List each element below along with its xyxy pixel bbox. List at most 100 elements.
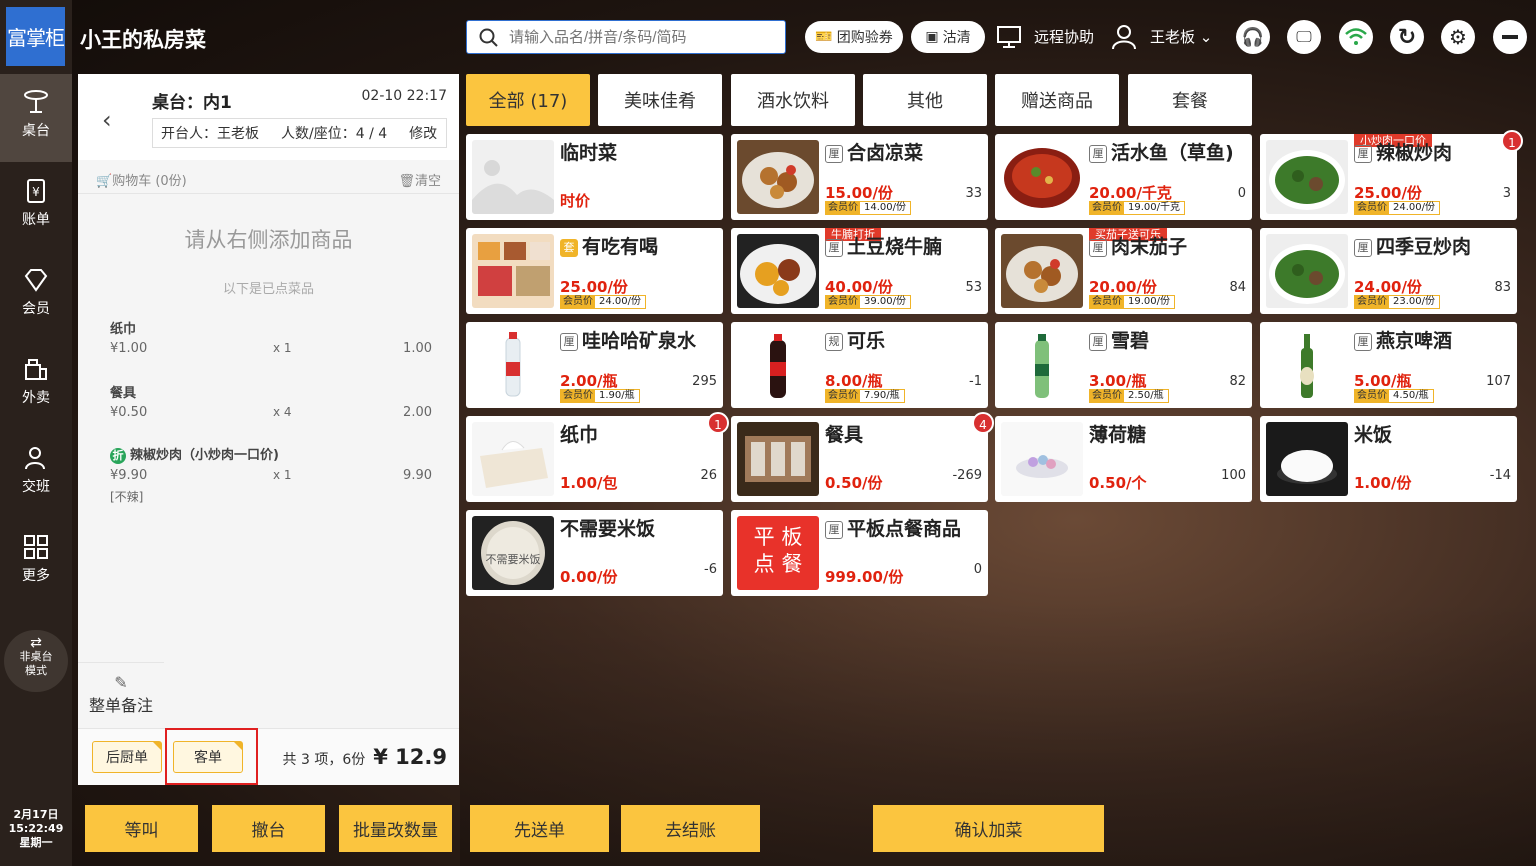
dish-card[interactable]: 牛腩打折厘土豆烧牛腩 40.00/份 会员价 39.00/份 53 [731, 228, 988, 314]
member-price: 会员价 7.90/瓶 [825, 389, 905, 403]
settings-button[interactable]: ⚙ [1441, 20, 1475, 54]
nav-tables[interactable]: 桌台 [0, 74, 72, 162]
dish-card[interactable]: 小炒肉一口价厘辣椒炒肉 25.00/份 会员价 24.00/份 3 1 [1260, 130, 1523, 220]
item-price: ¥9.90 [110, 468, 148, 483]
ordered-item[interactable]: 餐具 ¥0.50 x 4 2.00 [110, 382, 432, 425]
ordered-hint: 以下是已点菜品 [222, 282, 314, 297]
wait-button[interactable]: 等叫 [85, 805, 198, 852]
dish-card[interactable]: 规可乐 8.00/瓶 会员价 7.90/瓶 -1 [731, 322, 988, 408]
support-button[interactable]: 🎧 [1236, 20, 1270, 54]
nav-members[interactable]: 会员 [0, 252, 72, 340]
cart-label: 🛒购物车 (0份) [96, 170, 187, 189]
order-info: 开台人：王老板 人数/座位：4 / 4 修改 [152, 118, 447, 148]
member-price-label: 会员价 [1355, 202, 1389, 214]
dish-card[interactable]: 厘哇哈哈矿泉水 2.00/瓶 会员价 1.90/瓶 295 [466, 322, 723, 408]
refresh-button[interactable]: ↻ [1390, 20, 1424, 54]
dish-type-icon: 厘 [1089, 145, 1107, 163]
dish-card[interactable]: 厘燕京啤酒 5.00/瓶 会员价 4.50/瓶 107 [1260, 322, 1517, 408]
nav-bills[interactable]: ¥ 账单 [0, 163, 72, 251]
group-coupon-button[interactable]: 🎫 团购验券 [805, 21, 903, 53]
category-tab[interactable]: 其他 [863, 74, 987, 126]
dish-name-text: 平板点餐商品 [847, 518, 962, 540]
category-tab[interactable]: 套餐 [1128, 74, 1252, 126]
category-tab[interactable]: 酒水饮料 [731, 74, 855, 126]
dish-card[interactable]: 厘合卤凉菜 15.00/份 会员价 14.00/份 33 [731, 134, 988, 220]
dish-card[interactable]: 厘四季豆炒肉 24.00/份 会员价 23.00/份 83 [1260, 228, 1517, 314]
brand-name: 小王的私房菜 [80, 28, 206, 52]
kitchen-slip-button[interactable]: 后厨单 [92, 741, 162, 773]
sold-out-button[interactable]: ▣ 沽清 [911, 21, 985, 53]
ticket-icon: 🎫 [815, 29, 833, 45]
item-name: 纸巾 [110, 322, 137, 337]
member-price-label: 会员价 [561, 296, 595, 308]
ordered-item[interactable]: 折辣椒炒肉（小炒肉一口价) ¥9.90 x 1 9.90 [不辣] [110, 444, 432, 505]
nav-more[interactable]: 更多 [0, 519, 72, 607]
batch-quantity-button[interactable]: 批量改数量 [339, 805, 452, 852]
item-name: 辣椒炒肉（小炒肉一口价) [130, 448, 279, 463]
cart-icon: 🛒 [96, 174, 113, 189]
item-note: [不辣] [110, 490, 144, 504]
dish-stock: -269 [952, 468, 982, 483]
dish-card[interactable]: 纸巾 1.00/包 26 1 [466, 412, 729, 502]
dish-card[interactable]: 厘雪碧 3.00/瓶 会员价 2.50/瓶 82 [995, 322, 1252, 408]
gear-icon: ⚙ [1449, 25, 1467, 49]
member-price: 会员价 24.00/份 [560, 295, 646, 309]
dish-type-icon: 厘 [1089, 239, 1107, 257]
dish-name: 餐具 [825, 424, 983, 446]
search-input[interactable] [509, 26, 777, 48]
quantity-badge: 1 [1501, 130, 1523, 152]
order-time: 02-10 22:17 [361, 88, 447, 104]
category-tab[interactable]: 全部 (17) [466, 74, 590, 126]
member-price-value: 19.00/份 [1128, 296, 1170, 307]
wifi-button[interactable] [1339, 20, 1373, 54]
order-remark-button[interactable]: ✎ 整单备注 [78, 662, 164, 728]
member-price: 会员价 24.00/份 [1354, 201, 1440, 215]
clear-table-button[interactable]: 撤台 [212, 805, 325, 852]
remote-assist-button[interactable]: 远程协助 [1034, 26, 1094, 47]
dish-card[interactable]: 临时菜 时价 [466, 134, 723, 220]
category-tab[interactable]: 赠送商品 [995, 74, 1119, 126]
order-header: ‹ 桌台：内1 02-10 22:17 开台人：王老板 人数/座位：4 / 4 … [78, 74, 459, 160]
display-button[interactable]: 🖵 [1287, 20, 1321, 54]
dish-name: 厘燕京啤酒 [1354, 330, 1512, 352]
back-arrow-icon[interactable]: ‹ [102, 106, 112, 134]
dish-image [1266, 328, 1348, 402]
dish-card[interactable]: 套有吃有喝 25.00/份 会员价 24.00/份 [466, 228, 723, 314]
dish-card[interactable]: 厘活水鱼（草鱼) 20.00/千克 会员价 19.00/千克 0 [995, 134, 1252, 220]
item-qty: x 1 [273, 341, 292, 355]
minimize-button[interactable] [1493, 20, 1527, 54]
dish-image [1266, 140, 1348, 214]
dish-image [1001, 328, 1083, 402]
confirm-add-button[interactable]: 确认加菜 [873, 805, 1104, 852]
dish-card[interactable]: 平 板 点 餐厘平板点餐商品 999.00/份 0 [731, 510, 988, 596]
dish-stock: 0 [1237, 186, 1246, 201]
dish-card[interactable]: 不需要米饭 不需要米饭 0.00/份 -6 [466, 510, 723, 596]
send-first-button[interactable]: 先送单 [470, 805, 609, 852]
nav-takeout[interactable]: 外卖 [0, 341, 72, 429]
clear-cart-button[interactable]: 🗑清空 [398, 170, 441, 189]
category-tab[interactable]: 美味佳肴 [598, 74, 722, 126]
search-box[interactable] [466, 20, 786, 54]
item-total: 2.00 [403, 405, 432, 420]
ordered-item[interactable]: 纸巾 ¥1.00 x 1 1.00 [110, 318, 432, 361]
checkout-button[interactable]: 去结账 [621, 805, 760, 852]
nav-label: 账单 [22, 212, 50, 228]
dish-card[interactable]: 米饭 1.00/份 -14 [1260, 416, 1517, 502]
nav-shift[interactable]: 交班 [0, 430, 72, 518]
table-icon [24, 90, 48, 113]
switch-mode-button[interactable]: ⇄ 非桌台 模式 [4, 630, 68, 692]
monitor-icon [997, 26, 1021, 48]
takeout-icon [25, 359, 47, 380]
dish-price: 0.50/个 [1089, 474, 1147, 492]
dish-card[interactable]: 买茄子送可乐厘肉末茄子 20.00/份 会员价 19.00/份 84 [995, 228, 1252, 314]
dish-price: 25.00/份 [1354, 184, 1422, 202]
dish-card[interactable]: 薄荷糖 0.50/个 100 [995, 416, 1252, 502]
member-price-label: 会员价 [1355, 390, 1389, 402]
modify-link[interactable]: 修改 [409, 123, 437, 143]
dish-card[interactable]: 餐具 0.50/份 -269 4 [731, 412, 994, 502]
dish-name: 厘四季豆炒肉 [1354, 236, 1512, 258]
chevron-down-icon: ⌄ [1199, 28, 1213, 46]
dish-name-text: 辣椒炒肉 [1376, 142, 1453, 164]
user-menu[interactable]: 王老板 ⌄ [1150, 26, 1212, 47]
member-price: 会员价 4.50/瓶 [1354, 389, 1434, 403]
